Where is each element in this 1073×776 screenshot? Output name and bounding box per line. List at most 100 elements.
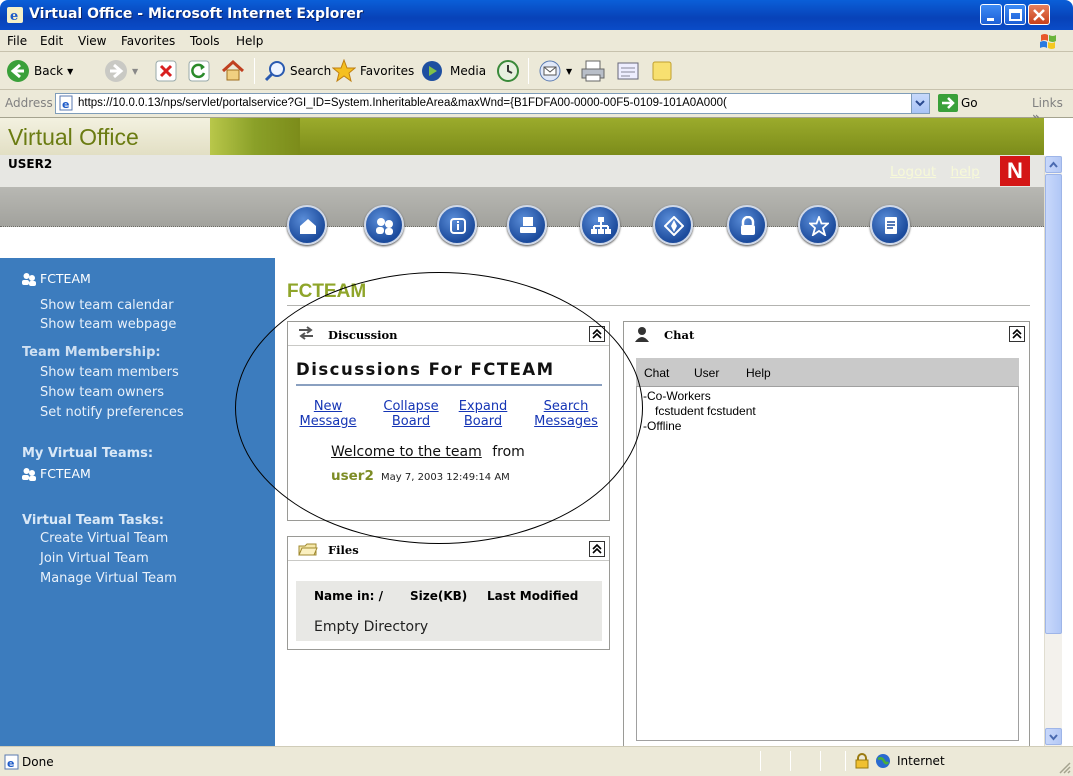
stop-icon (155, 60, 177, 82)
ie-logo-icon: e (7, 7, 23, 24)
chevron-down-icon (915, 100, 925, 107)
left-sidebar: FCTEAM Show team calendar Show team webp… (0, 258, 275, 746)
chat-collapse-button[interactable] (1009, 326, 1025, 342)
help-link[interactable]: help (951, 164, 980, 180)
menu-favorites[interactable]: Favorites (121, 34, 175, 48)
back-label: Back (34, 64, 64, 78)
print-button[interactable] (580, 57, 606, 85)
discussion-collapse-button[interactable] (589, 326, 605, 342)
compass-icon (664, 216, 684, 236)
messenger-button[interactable] (650, 57, 674, 85)
menu-edit[interactable]: Edit (40, 34, 63, 48)
menu-bar: File Edit View Favorites Tools Help (0, 30, 1073, 52)
search-messages-link[interactable]: Search Messages (528, 399, 604, 429)
discussion-divider (296, 384, 602, 386)
lock-icon (741, 216, 755, 235)
search-button[interactable]: Search (264, 57, 331, 85)
top-links: Logout help (890, 164, 980, 180)
sidebar-link-team-webpage[interactable]: Show team webpage (40, 317, 176, 332)
favorites-button[interactable]: Favorites (332, 57, 414, 85)
address-input[interactable]: e https://10.0.0.13/nps/servlet/portalse… (55, 93, 930, 114)
chat-group-offline[interactable]: -Offline (643, 419, 681, 433)
minimize-button[interactable] (980, 4, 1002, 25)
files-collapse-button[interactable] (589, 541, 605, 557)
info-icon (450, 218, 466, 234)
status-text: Done (22, 755, 54, 769)
nav-home-button[interactable] (287, 205, 327, 245)
org-chart-icon (591, 217, 611, 234)
logout-link[interactable]: Logout (890, 164, 936, 180)
sidebar-team-title[interactable]: FCTEAM (22, 271, 91, 286)
chat-person-icon (635, 327, 649, 342)
files-empty-message: Empty Directory (314, 619, 429, 635)
page-icon: e (4, 754, 19, 770)
resize-grip-icon[interactable] (1057, 760, 1071, 774)
svg-text:e: e (7, 757, 14, 770)
new-message-line2: Message (299, 414, 357, 429)
sidebar-link-manage-team[interactable]: Manage Virtual Team (40, 571, 177, 586)
sidebar-link-create-team[interactable]: Create Virtual Team (40, 531, 168, 546)
chat-menu-chat[interactable]: Chat (644, 366, 669, 380)
menu-help[interactable]: Help (236, 34, 263, 48)
svg-text:e: e (62, 98, 69, 111)
edit-button[interactable] (615, 57, 641, 85)
history-button[interactable] (496, 57, 520, 85)
chat-menu-user[interactable]: User (694, 366, 719, 380)
expand-board-line1: Expand (458, 399, 508, 414)
expand-board-link[interactable]: Expand Board (451, 399, 515, 429)
sidebar-link-team-owners[interactable]: Show team owners (40, 385, 164, 400)
back-button[interactable]: Back ▼ (6, 57, 73, 85)
maximize-button[interactable] (1004, 4, 1026, 25)
close-button[interactable] (1028, 4, 1050, 25)
nav-favorites-button[interactable] (798, 205, 838, 245)
message-date: May 7, 2003 12:49:14 AM (381, 472, 510, 483)
sidebar-link-team-members[interactable]: Show team members (40, 365, 179, 380)
menu-tools[interactable]: Tools (190, 34, 220, 48)
files-table: Name in: / Size(KB) Last Modified Empty … (296, 581, 602, 641)
sidebar-link-team-calendar[interactable]: Show team calendar (40, 298, 174, 313)
sidebar-my-team[interactable]: FCTEAM (22, 466, 91, 481)
chevron-down-icon: ▼ (132, 66, 139, 76)
message-title-link[interactable]: Welcome to the team (331, 444, 482, 460)
discussion-header-label: Discussion (328, 328, 398, 342)
sidebar-link-notify-preferences[interactable]: Set notify preferences (40, 405, 184, 420)
expand-board-line2: Board (463, 414, 503, 429)
chat-menu-bar: Chat User Help (636, 358, 1019, 386)
new-message-link[interactable]: New Message (298, 399, 358, 429)
chat-menu-help[interactable]: Help (746, 366, 771, 380)
mail-button[interactable]: ▼ (538, 57, 572, 85)
forward-arrow-icon (105, 60, 127, 82)
collapse-board-line2: Board (391, 414, 431, 429)
double-chevron-up-icon (592, 328, 602, 339)
toolbar-separator (254, 58, 255, 84)
scroll-down-button[interactable] (1045, 728, 1062, 745)
home-button[interactable] (220, 57, 246, 85)
stop-button[interactable] (155, 57, 177, 85)
sidebar-link-join-team[interactable]: Join Virtual Team (40, 551, 149, 566)
nav-compass-button[interactable] (653, 205, 693, 245)
refresh-button[interactable] (188, 57, 210, 85)
scroll-up-button[interactable] (1045, 156, 1062, 173)
nav-print-button[interactable] (507, 205, 547, 245)
user-bar: USER2 (0, 155, 1044, 187)
menu-file[interactable]: File (7, 34, 27, 48)
nav-document-button[interactable] (870, 205, 910, 245)
vertical-scrollbar[interactable] (1044, 156, 1062, 746)
nav-team-button[interactable] (364, 205, 404, 245)
media-button[interactable]: Media (420, 57, 486, 85)
page-title: FCTEAM (287, 281, 367, 302)
menu-view[interactable]: View (78, 34, 106, 48)
nav-info-button[interactable] (437, 205, 477, 245)
nav-lock-button[interactable] (727, 205, 767, 245)
padlock-icon (855, 753, 869, 769)
collapse-board-link[interactable]: Collapse Board (376, 399, 446, 429)
folder-icon (298, 543, 318, 556)
forward-button[interactable]: ▼ (104, 57, 138, 85)
address-dropdown-button[interactable] (911, 94, 929, 113)
go-button[interactable]: Go (938, 94, 978, 112)
nav-org-chart-button[interactable] (580, 205, 620, 245)
chat-contact[interactable]: fcstudent fcstudent (655, 404, 756, 418)
chat-group-coworkers[interactable]: -Co-Workers (643, 389, 711, 403)
status-separator (760, 751, 761, 771)
scroll-thumb[interactable] (1045, 174, 1062, 634)
